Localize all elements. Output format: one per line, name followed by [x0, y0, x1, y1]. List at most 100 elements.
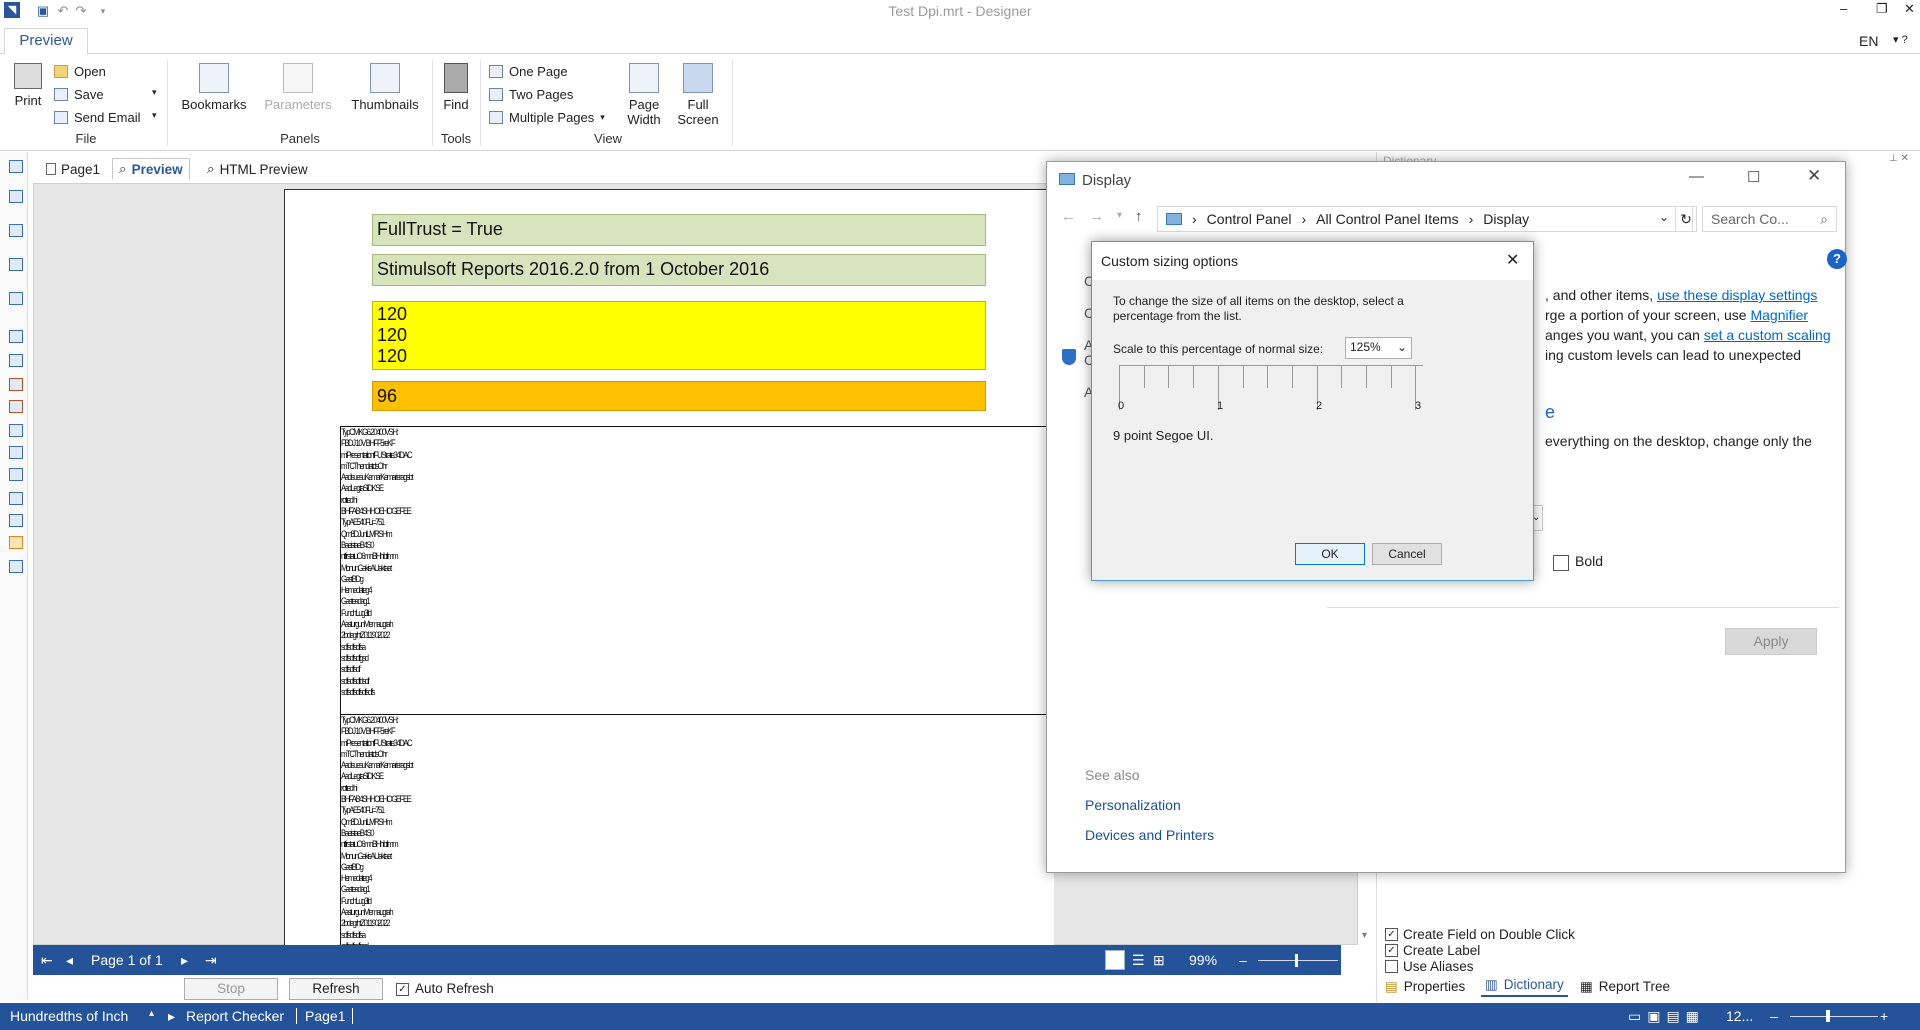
two-pages-view-icon[interactable]: ☰ — [1132, 952, 1145, 969]
page-width-button[interactable]: Page Width — [622, 63, 666, 127]
help-icon[interactable]: ? — [1827, 249, 1847, 269]
preview-scroll-down-icon[interactable]: ▾ — [1362, 930, 1367, 941]
tab-page1[interactable]: Page1 — [42, 158, 104, 180]
breadcrumb-item[interactable]: Control Panel — [1207, 211, 1292, 227]
breadcrumb-item[interactable]: Display — [1483, 211, 1529, 227]
tab-properties[interactable]: ▤ Properties — [1385, 979, 1465, 995]
toolbox-panel-icon[interactable] — [9, 424, 23, 437]
one-page-view-icon[interactable] — [1105, 950, 1125, 970]
status-view-icons[interactable]: ▭▣▤▦ — [1628, 1008, 1705, 1025]
first-page-icon[interactable]: ⇤ — [41, 952, 53, 969]
display-close-button[interactable]: ✕ — [1807, 166, 1821, 186]
create-field-checkbox[interactable]: ✓ — [1385, 928, 1398, 941]
display-minimize-button[interactable]: — — [1689, 168, 1704, 185]
auto-refresh-checkbox[interactable]: ✓ — [396, 983, 409, 996]
close-button[interactable]: ✕ — [1904, 1, 1915, 17]
bookmarks-button[interactable]: Bookmarks — [178, 63, 250, 112]
one-page-button[interactable]: One Page — [489, 64, 568, 79]
next-page-icon[interactable]: ▸ — [181, 952, 188, 969]
magnifier-link[interactable]: Magnifier — [1750, 307, 1808, 323]
toolbox-band-icon[interactable] — [9, 190, 23, 203]
search-icon: ⌕ — [1820, 211, 1828, 227]
personalization-link[interactable]: Personalization — [1085, 797, 1181, 813]
scale-select[interactable]: 125% ⌄ — [1345, 337, 1412, 359]
send-email-button[interactable]: Send Email — [54, 110, 140, 125]
display-settings-link[interactable]: use these display settings — [1657, 287, 1817, 303]
toolbox-image-icon[interactable] — [9, 514, 23, 527]
panel-pin-icon[interactable]: ⊥ ✕ — [1889, 153, 1909, 164]
forward-icon[interactable]: → — [1089, 208, 1104, 225]
units-dropdown-icon[interactable]: ▴ — [149, 1008, 154, 1019]
toolbox-band-icon[interactable] — [9, 224, 23, 237]
devices-printers-link[interactable]: Devices and Printers — [1085, 827, 1214, 843]
toolbox-panel-icon[interactable] — [9, 492, 23, 505]
status-zoom-out-icon[interactable]: – — [1770, 1008, 1778, 1024]
ribbon-options-icon[interactable]: ▾ ? — [1893, 33, 1908, 46]
save-button[interactable]: Save — [54, 87, 104, 102]
toolbox-band-icon[interactable] — [9, 258, 23, 271]
zoom-in-icon[interactable]: + — [1343, 952, 1351, 968]
toolbox-text-icon[interactable] — [9, 378, 23, 391]
status-zoom-slider[interactable] — [1790, 1016, 1878, 1017]
ruler[interactable] — [1119, 365, 1423, 425]
stop-button[interactable]: Stop — [184, 978, 278, 1000]
refresh-icon[interactable]: ↻ — [1675, 206, 1697, 232]
tab-html-preview[interactable]: ⌕ HTML Preview — [207, 158, 308, 180]
two-pages-button[interactable]: Two Pages — [489, 87, 573, 102]
status-zoom-thumb[interactable] — [1826, 1010, 1830, 1022]
prev-page-icon[interactable]: ◂ — [66, 952, 73, 969]
save-dropdown-icon[interactable]: ▾ — [152, 87, 157, 98]
toolbox-panel-icon[interactable] — [9, 468, 23, 481]
restore-button[interactable]: ❐ — [1876, 1, 1888, 17]
toolbox-panel-icon[interactable] — [9, 446, 23, 459]
address-bar[interactable]: › Control Panel › All Control Panel Item… — [1157, 206, 1693, 232]
multi-pages-view-icon[interactable]: ⊞ — [1153, 952, 1165, 969]
tab-preview[interactable]: Preview — [4, 28, 88, 55]
display-maximize-button[interactable]: ☐ — [1747, 168, 1760, 186]
zoom-out-icon[interactable]: – — [1239, 952, 1247, 968]
custom-scaling-link[interactable]: set a custom scaling — [1704, 327, 1831, 343]
apply-button[interactable]: Apply — [1725, 628, 1817, 655]
search-box[interactable]: Search Co... ⌕ — [1702, 206, 1837, 232]
refresh-button[interactable]: Refresh — [289, 978, 383, 1000]
report-checker-icon[interactable]: ▸ — [168, 1008, 175, 1025]
toolbox-chart-icon[interactable] — [9, 536, 23, 549]
cancel-button[interactable]: Cancel — [1372, 543, 1442, 565]
thumbnails-button[interactable]: Thumbnails — [346, 63, 424, 112]
minimize-button[interactable]: – — [1840, 1, 1847, 16]
tab-dictionary[interactable]: ▥ Dictionary — [1481, 977, 1568, 997]
toolbox-band-icon[interactable] — [9, 160, 23, 173]
find-button[interactable]: Find — [438, 63, 474, 112]
use-aliases-checkbox[interactable] — [1385, 960, 1398, 973]
report-checker-button[interactable]: Report Checker — [186, 1008, 284, 1024]
bold-checkbox[interactable] — [1553, 555, 1569, 571]
toolbox-text-icon[interactable] — [9, 354, 23, 367]
send-email-dropdown-icon[interactable]: ▾ — [152, 110, 157, 121]
status-zoom-in-icon[interactable]: + — [1880, 1008, 1888, 1024]
tab-report-tree[interactable]: ▦ Report Tree — [1580, 979, 1670, 995]
back-icon[interactable]: ← — [1061, 208, 1076, 225]
up-icon[interactable]: ↑ — [1135, 208, 1143, 225]
language-selector[interactable]: EN — [1859, 33, 1878, 49]
breadcrumb-item[interactable]: All Control Panel Items — [1316, 211, 1458, 227]
toolbox-text-icon[interactable] — [9, 400, 23, 413]
tab-preview-page[interactable]: ⌕ Preview — [112, 158, 190, 180]
ok-button[interactable]: OK — [1295, 543, 1365, 565]
multiple-pages-button[interactable]: Multiple Pages ▾ — [489, 110, 605, 125]
toolbox-text-icon[interactable] — [9, 330, 23, 343]
toolbox-component-icon[interactable] — [9, 292, 23, 305]
parameters-button[interactable]: Parameters — [260, 63, 336, 112]
zoom-slider-thumb[interactable] — [1295, 954, 1298, 967]
open-button[interactable]: Open — [54, 64, 106, 79]
units-selector[interactable]: Hundredths of Inch — [10, 1008, 128, 1024]
dialog-close-button[interactable]: ✕ — [1506, 250, 1519, 270]
recent-icon[interactable]: ▾ — [1117, 210, 1122, 221]
zoom-slider[interactable] — [1258, 960, 1338, 961]
create-label-checkbox[interactable]: ✓ — [1385, 944, 1398, 957]
address-dropdown-icon[interactable]: ⌄ — [1659, 210, 1669, 224]
report-text-line: TypCMKG6.20400VSH: — [341, 715, 399, 725]
print-button[interactable]: Print — [10, 63, 46, 108]
full-screen-button[interactable]: Full Screen — [674, 63, 722, 127]
toolbox-tools-icon[interactable] — [9, 560, 23, 573]
last-page-icon[interactable]: ⇥ — [205, 952, 217, 969]
